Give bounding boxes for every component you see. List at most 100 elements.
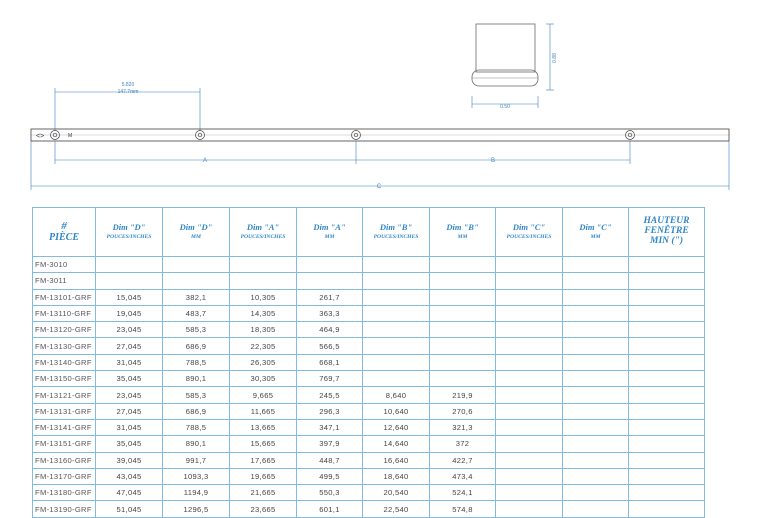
- table-cell: 47,045: [95, 484, 163, 502]
- table-row: FM-13190-GRF 51,045 1296,5 23,665 601,1 22,54…: [32, 500, 705, 518]
- table-cell: 347,1: [296, 418, 363, 437]
- table-cell: [562, 353, 629, 372]
- table-cell: [628, 386, 705, 404]
- table-row: FM-13150-GRF 35,045 890,1 30,305 769,7: [32, 370, 705, 388]
- table-row: FM-13131-GRF 27,045 686,9 11,665 296,3 10,640…: [32, 402, 705, 420]
- table-cell: 19,665: [229, 467, 297, 486]
- table-cell: [362, 288, 430, 306]
- table-cell: 15,665: [229, 435, 297, 453]
- table-cell: 363,3: [296, 304, 363, 323]
- table-row: FM-13170-GRF 43,045 1093,3 19,665 499,5 18,64…: [32, 467, 705, 486]
- table-row: FM-3011: [32, 272, 705, 290]
- table-cell: 26,305: [229, 353, 297, 372]
- table-cell: 397,9: [296, 435, 363, 453]
- table-cell: [495, 386, 563, 404]
- table-cell: [362, 255, 430, 274]
- table-row: FM-13121-GRF 23,045 585,3 9,665 245,5 8,640 21…: [32, 386, 705, 404]
- table-cell: 31,045: [95, 418, 163, 437]
- table-cell: 448,7: [296, 451, 363, 469]
- table-cell: [429, 321, 496, 339]
- table-cell: 890,1: [162, 435, 230, 453]
- table-cell: 18,305: [229, 321, 297, 339]
- table-cell: [495, 255, 563, 274]
- table-cell: 1296,5: [162, 500, 230, 518]
- piece-number-cell: FM-13170-GRF: [32, 467, 96, 486]
- table-cell: [562, 272, 629, 290]
- table-cell: [628, 288, 705, 306]
- table-cell: [495, 402, 563, 420]
- piece-number-cell: FM-13140-GRF: [32, 353, 96, 372]
- header-dim-a-mm: Dim "A" MM: [296, 207, 363, 257]
- table-cell: [628, 451, 705, 469]
- table-cell: [562, 418, 629, 437]
- table-cell: [429, 304, 496, 323]
- table-row: FM-13160-GRF 39,045 991,7 17,665 448,7 16,640…: [32, 451, 705, 469]
- table-cell: 1093,3: [162, 467, 230, 486]
- table-cell: [562, 386, 629, 404]
- table-cell: [362, 304, 430, 323]
- table-cell: 22,540: [362, 500, 430, 518]
- table-cell: [628, 337, 705, 355]
- table-cell: 372: [429, 435, 496, 453]
- table-cell: [562, 402, 629, 420]
- table-cell: 39,045: [95, 451, 163, 469]
- table-cell: 245,5: [296, 386, 363, 404]
- table-cell: 11,665: [229, 402, 297, 420]
- table-row: FM-13141-GRF 31,045 788,5 13,665 347,1 12,640…: [32, 418, 705, 437]
- table-row: FM-13110-GRF 19,045 483,7 14,305 363,3: [32, 304, 705, 323]
- block-profile: [471, 23, 539, 87]
- table-cell: [429, 255, 496, 274]
- bar-hole-marker: M: [68, 133, 72, 139]
- piece-number-cell: FM-13151-GRF: [32, 435, 96, 453]
- header-dim-b-inches: Dim "B" POUCES/INCHES: [362, 207, 430, 257]
- header-dim-d-mm: Dim "D" MM: [162, 207, 230, 257]
- table-cell: [495, 467, 563, 486]
- table-cell: 261,7: [296, 288, 363, 306]
- table-cell: 499,5: [296, 467, 363, 486]
- table-cell: 1194,9: [162, 484, 230, 502]
- abc-dimension-lines: [30, 141, 730, 190]
- table-cell: 14,640: [362, 435, 430, 453]
- table-cell: 382,1: [162, 288, 230, 306]
- table-cell: [495, 304, 563, 323]
- table-cell: [362, 370, 430, 388]
- table-cell: 35,045: [95, 435, 163, 453]
- table-cell: [495, 451, 563, 469]
- table-row: FM-13120-GRF 23,045 585,3 18,305 464,9: [32, 321, 705, 339]
- header-piece: # PIÈCE: [32, 207, 96, 257]
- table-cell: [562, 337, 629, 355]
- table-cell: [495, 418, 563, 437]
- dim-block-height-label: 0.88: [552, 53, 558, 63]
- piece-number-cell: FM-13121-GRF: [32, 386, 96, 404]
- table-cell: 14,305: [229, 304, 297, 323]
- table-row: FM-13140-GRF 31,045 788,5 26,305 668,1: [32, 353, 705, 372]
- table-cell: 585,3: [162, 321, 230, 339]
- table-cell: [628, 402, 705, 420]
- table-cell: [495, 435, 563, 453]
- table-cell: [562, 321, 629, 339]
- table-row: FM-13101-GRF 15,045 382,1 10,305 261,7: [32, 288, 705, 306]
- table-cell: 219,9: [429, 386, 496, 404]
- table-cell: 31,045: [95, 353, 163, 372]
- table-cell: 601,1: [296, 500, 363, 518]
- table-cell: [562, 500, 629, 518]
- table-cell: [429, 370, 496, 388]
- bar-left-mark: <>: [36, 133, 44, 140]
- table-row: FM-3010: [32, 255, 705, 274]
- table-cell: [628, 272, 705, 290]
- table-cell: 668,1: [296, 353, 363, 372]
- table-cell: [562, 435, 629, 453]
- table-cell: [162, 255, 230, 274]
- table-cell: [628, 467, 705, 486]
- table-cell: [628, 484, 705, 502]
- table-cell: [495, 337, 563, 355]
- table-cell: 22,305: [229, 337, 297, 355]
- table-cell: [628, 370, 705, 388]
- table-cell: 321,3: [429, 418, 496, 437]
- table-cell: [562, 255, 629, 274]
- header-dim-b-mm: Dim "B" MM: [429, 207, 496, 257]
- label-b: B: [491, 158, 495, 164]
- piece-number-cell: FM-13180-GRF: [32, 484, 96, 502]
- table-cell: 422,7: [429, 451, 496, 469]
- table-cell: [562, 451, 629, 469]
